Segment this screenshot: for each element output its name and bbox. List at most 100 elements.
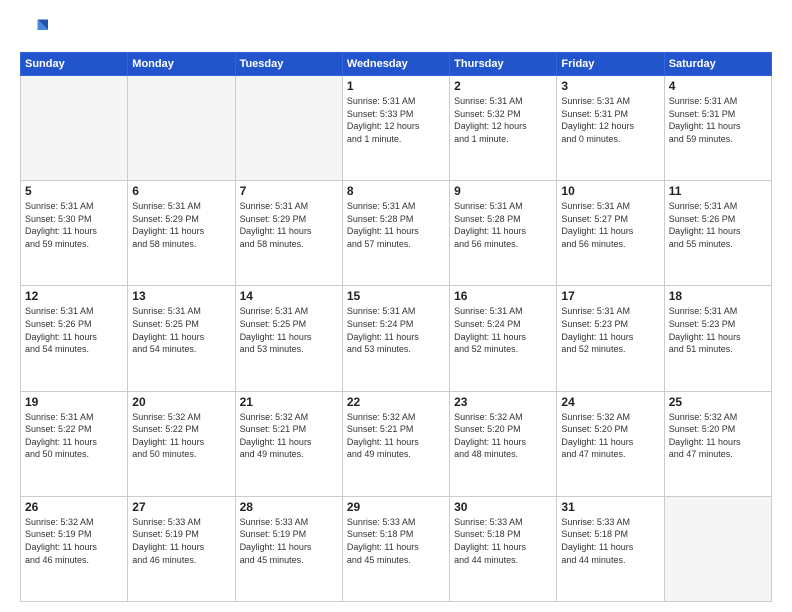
day-number: 14 (240, 289, 338, 303)
calendar-week-row: 12Sunrise: 5:31 AM Sunset: 5:26 PM Dayli… (21, 286, 772, 391)
day-info: Sunrise: 5:31 AM Sunset: 5:31 PM Dayligh… (561, 95, 659, 145)
calendar-cell: 18 Sunrise: 5:31 AM Sunset: 5:23 PM Dayli… (664, 286, 771, 391)
day-info: Sunrise: 5:31 AM Sunset: 5:24 PM Dayligh… (454, 305, 552, 355)
day-header-thursday: Thursday (450, 53, 557, 76)
day-header-friday: Friday (557, 53, 664, 76)
day-info: Sunrise: 5:32 AM Sunset: 5:20 PM Dayligh… (454, 411, 552, 461)
calendar-cell: 25Sunrise: 5:32 AM Sunset: 5:20 PM Dayli… (664, 391, 771, 496)
day-info: Sunrise: 5:31 AM Sunset: 5:30 PM Dayligh… (25, 200, 123, 250)
calendar-header-row: SundayMondayTuesdayWednesdayThursdayFrid… (21, 53, 772, 76)
day-info: Sunrise: 5:31 AM Sunset: 5:28 PM Dayligh… (454, 200, 552, 250)
day-number: 11 (669, 184, 767, 198)
day-info: Sunrise: 5:33 AM Sunset: 5:18 PM Dayligh… (454, 516, 552, 566)
day-number: 9 (454, 184, 552, 198)
calendar-cell: 16 Sunrise: 5:31 AM Sunset: 5:24 PM Dayli… (450, 286, 557, 391)
day-number: 2 (454, 79, 552, 93)
calendar-cell: 10 Sunrise: 5:31 AM Sunset: 5:27 PM Dayli… (557, 181, 664, 286)
day-header-saturday: Saturday (664, 53, 771, 76)
calendar-cell (235, 76, 342, 181)
calendar-cell (664, 496, 771, 601)
calendar-cell: 11 Sunrise: 5:31 AM Sunset: 5:26 PM Dayli… (664, 181, 771, 286)
day-number: 29 (347, 500, 445, 514)
day-info: Sunrise: 5:31 AM Sunset: 5:23 PM Dayligh… (561, 305, 659, 355)
calendar-week-row: 19 Sunrise: 5:31 AM Sunset: 5:22 PM Dayli… (21, 391, 772, 496)
calendar-cell: 23 Sunrise: 5:32 AM Sunset: 5:20 PM Dayli… (450, 391, 557, 496)
calendar-cell: 1 Sunrise: 5:31 AM Sunset: 5:33 PM Daylig… (342, 76, 449, 181)
day-number: 27 (132, 500, 230, 514)
calendar-cell: 8 Sunrise: 5:31 AM Sunset: 5:28 PM Daylig… (342, 181, 449, 286)
calendar-cell: 6 Sunrise: 5:31 AM Sunset: 5:29 PM Daylig… (128, 181, 235, 286)
day-info: Sunrise: 5:31 AM Sunset: 5:26 PM Dayligh… (669, 200, 767, 250)
day-number: 10 (561, 184, 659, 198)
calendar-cell: 24Sunrise: 5:32 AM Sunset: 5:20 PM Dayli… (557, 391, 664, 496)
day-number: 26 (25, 500, 123, 514)
day-number: 13 (132, 289, 230, 303)
day-number: 16 (454, 289, 552, 303)
day-info: Sunrise: 5:32 AM Sunset: 5:20 PM Dayligh… (669, 411, 767, 461)
day-info: Sunrise: 5:31 AM Sunset: 5:25 PM Dayligh… (132, 305, 230, 355)
calendar-cell: 13 Sunrise: 5:31 AM Sunset: 5:25 PM Dayli… (128, 286, 235, 391)
calendar-table: SundayMondayTuesdayWednesdayThursdayFrid… (20, 52, 772, 602)
day-info: Sunrise: 5:33 AM Sunset: 5:19 PM Dayligh… (132, 516, 230, 566)
calendar-week-row: 1 Sunrise: 5:31 AM Sunset: 5:33 PM Daylig… (21, 76, 772, 181)
calendar-cell: 29 Sunrise: 5:33 AM Sunset: 5:18 PM Dayli… (342, 496, 449, 601)
day-number: 31 (561, 500, 659, 514)
calendar-cell: 26 Sunrise: 5:32 AM Sunset: 5:19 PM Dayli… (21, 496, 128, 601)
day-header-wednesday: Wednesday (342, 53, 449, 76)
calendar-cell: 12Sunrise: 5:31 AM Sunset: 5:26 PM Dayli… (21, 286, 128, 391)
day-number: 3 (561, 79, 659, 93)
day-info: Sunrise: 5:31 AM Sunset: 5:29 PM Dayligh… (240, 200, 338, 250)
day-info: Sunrise: 5:31 AM Sunset: 5:23 PM Dayligh… (669, 305, 767, 355)
day-number: 4 (669, 79, 767, 93)
logo-area (20, 16, 52, 44)
day-number: 8 (347, 184, 445, 198)
calendar-week-row: 5 Sunrise: 5:31 AM Sunset: 5:30 PM Daylig… (21, 181, 772, 286)
day-info: Sunrise: 5:31 AM Sunset: 5:22 PM Dayligh… (25, 411, 123, 461)
day-header-sunday: Sunday (21, 53, 128, 76)
day-number: 7 (240, 184, 338, 198)
day-info: Sunrise: 5:32 AM Sunset: 5:22 PM Dayligh… (132, 411, 230, 461)
day-info: Sunrise: 5:31 AM Sunset: 5:25 PM Dayligh… (240, 305, 338, 355)
day-number: 18 (669, 289, 767, 303)
day-info: Sunrise: 5:31 AM Sunset: 5:31 PM Dayligh… (669, 95, 767, 145)
day-info: Sunrise: 5:31 AM Sunset: 5:24 PM Dayligh… (347, 305, 445, 355)
day-number: 15 (347, 289, 445, 303)
calendar-cell: 9 Sunrise: 5:31 AM Sunset: 5:28 PM Daylig… (450, 181, 557, 286)
day-info: Sunrise: 5:31 AM Sunset: 5:27 PM Dayligh… (561, 200, 659, 250)
day-info: Sunrise: 5:33 AM Sunset: 5:18 PM Dayligh… (347, 516, 445, 566)
calendar-cell: 30 Sunrise: 5:33 AM Sunset: 5:18 PM Dayli… (450, 496, 557, 601)
day-info: Sunrise: 5:31 AM Sunset: 5:26 PM Dayligh… (25, 305, 123, 355)
day-info: Sunrise: 5:31 AM Sunset: 5:28 PM Dayligh… (347, 200, 445, 250)
day-info: Sunrise: 5:33 AM Sunset: 5:19 PM Dayligh… (240, 516, 338, 566)
calendar-cell: 2 Sunrise: 5:31 AM Sunset: 5:32 PM Daylig… (450, 76, 557, 181)
day-header-monday: Monday (128, 53, 235, 76)
day-number: 6 (132, 184, 230, 198)
calendar-cell: 14 Sunrise: 5:31 AM Sunset: 5:25 PM Dayli… (235, 286, 342, 391)
day-number: 19 (25, 395, 123, 409)
calendar-cell: 3 Sunrise: 5:31 AM Sunset: 5:31 PM Daylig… (557, 76, 664, 181)
day-number: 1 (347, 79, 445, 93)
calendar-cell: 27 Sunrise: 5:33 AM Sunset: 5:19 PM Dayli… (128, 496, 235, 601)
day-header-tuesday: Tuesday (235, 53, 342, 76)
calendar-cell: 20Sunrise: 5:32 AM Sunset: 5:22 PM Dayli… (128, 391, 235, 496)
day-number: 23 (454, 395, 552, 409)
calendar-cell: 7 Sunrise: 5:31 AM Sunset: 5:29 PM Daylig… (235, 181, 342, 286)
logo-icon (20, 16, 48, 44)
calendar-cell: 28Sunrise: 5:33 AM Sunset: 5:19 PM Dayli… (235, 496, 342, 601)
calendar-page: SundayMondayTuesdayWednesdayThursdayFrid… (0, 0, 792, 612)
day-number: 24 (561, 395, 659, 409)
day-info: Sunrise: 5:31 AM Sunset: 5:33 PM Dayligh… (347, 95, 445, 145)
header (20, 16, 772, 44)
day-number: 30 (454, 500, 552, 514)
day-info: Sunrise: 5:33 AM Sunset: 5:18 PM Dayligh… (561, 516, 659, 566)
day-number: 22 (347, 395, 445, 409)
day-number: 17 (561, 289, 659, 303)
day-info: Sunrise: 5:32 AM Sunset: 5:21 PM Dayligh… (240, 411, 338, 461)
day-number: 5 (25, 184, 123, 198)
day-info: Sunrise: 5:32 AM Sunset: 5:19 PM Dayligh… (25, 516, 123, 566)
day-info: Sunrise: 5:31 AM Sunset: 5:29 PM Dayligh… (132, 200, 230, 250)
calendar-cell: 19 Sunrise: 5:31 AM Sunset: 5:22 PM Dayli… (21, 391, 128, 496)
day-info: Sunrise: 5:32 AM Sunset: 5:21 PM Dayligh… (347, 411, 445, 461)
calendar-cell (128, 76, 235, 181)
day-info: Sunrise: 5:31 AM Sunset: 5:32 PM Dayligh… (454, 95, 552, 145)
